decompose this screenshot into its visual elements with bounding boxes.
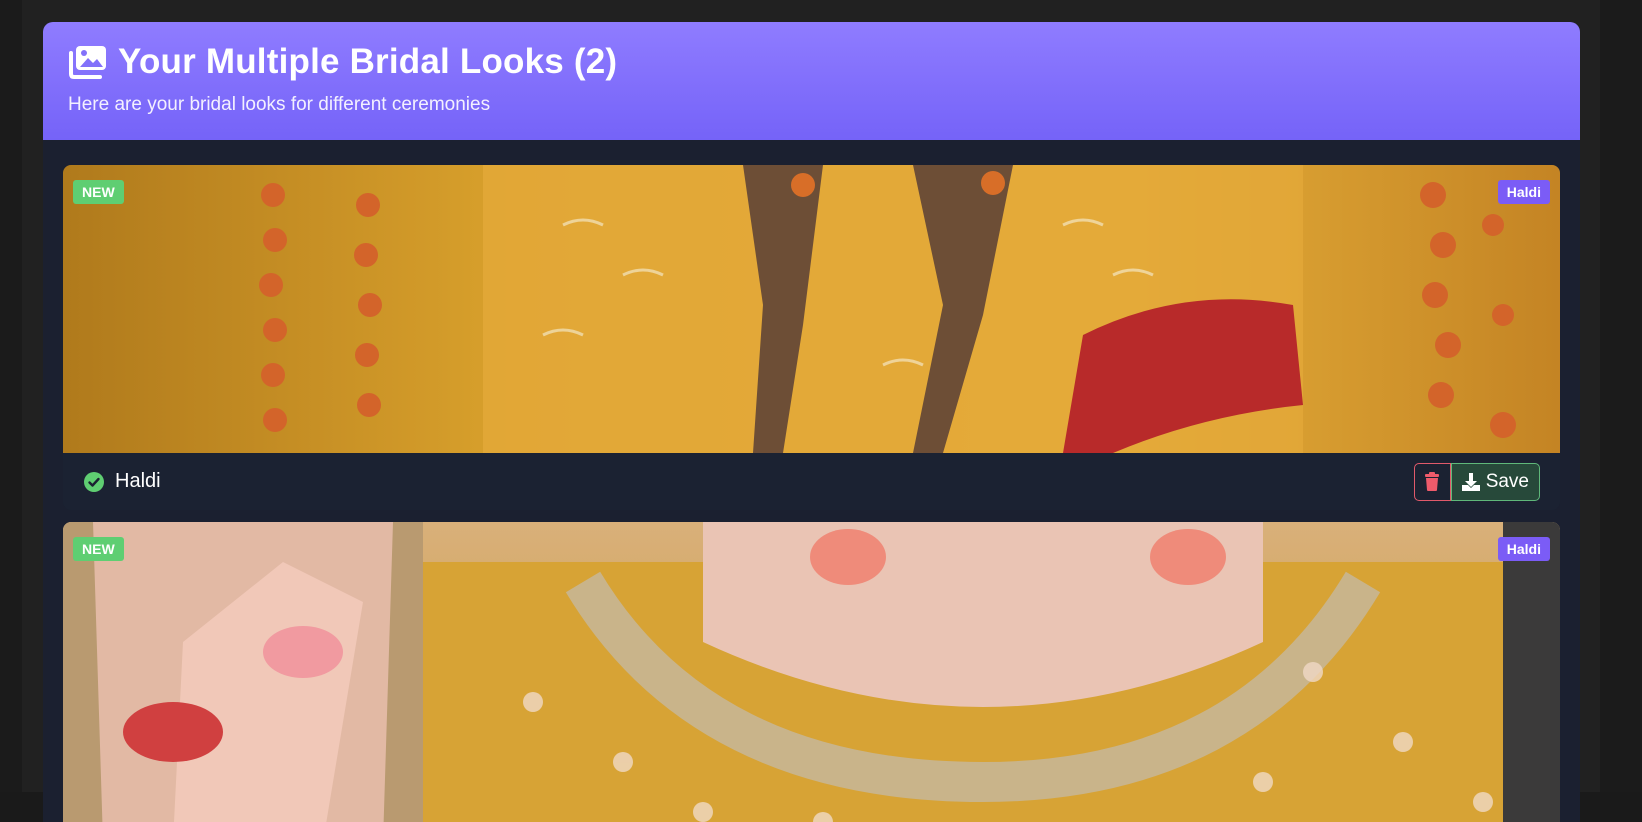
look-image[interactable] [63,165,1560,453]
page-title: Your Multiple Bridal Looks (2) [118,42,618,81]
look-actions: Save [1413,462,1540,501]
card-header: Your Multiple Bridal Looks (2) Here are … [43,22,1580,140]
look-footer: Haldi Save [63,453,1560,510]
bridal-looks-card: Your Multiple Bridal Looks (2) Here are … [43,22,1580,822]
look-name: Haldi [115,470,161,492]
check-circle-icon [83,471,105,493]
ceremony-badge: Haldi [1497,180,1550,204]
save-button[interactable]: Save [1450,462,1540,501]
trash-icon [1425,472,1440,491]
new-badge: NEW [73,180,124,204]
save-label: Save [1485,470,1529,492]
gallery-icon [68,44,108,80]
delete-button[interactable] [1413,462,1451,501]
download-icon [1461,472,1480,491]
look-card: NEW Haldi Haldi Save [63,165,1560,510]
page-subtitle: Here are your bridal looks for different… [68,94,491,115]
ceremony-badge: Haldi [1497,537,1550,561]
look-image[interactable] [63,522,1560,822]
header-title-row: Your Multiple Bridal Looks (2) [68,42,1555,82]
look-card: NEW Haldi [63,522,1560,822]
new-badge: NEW [73,537,124,561]
